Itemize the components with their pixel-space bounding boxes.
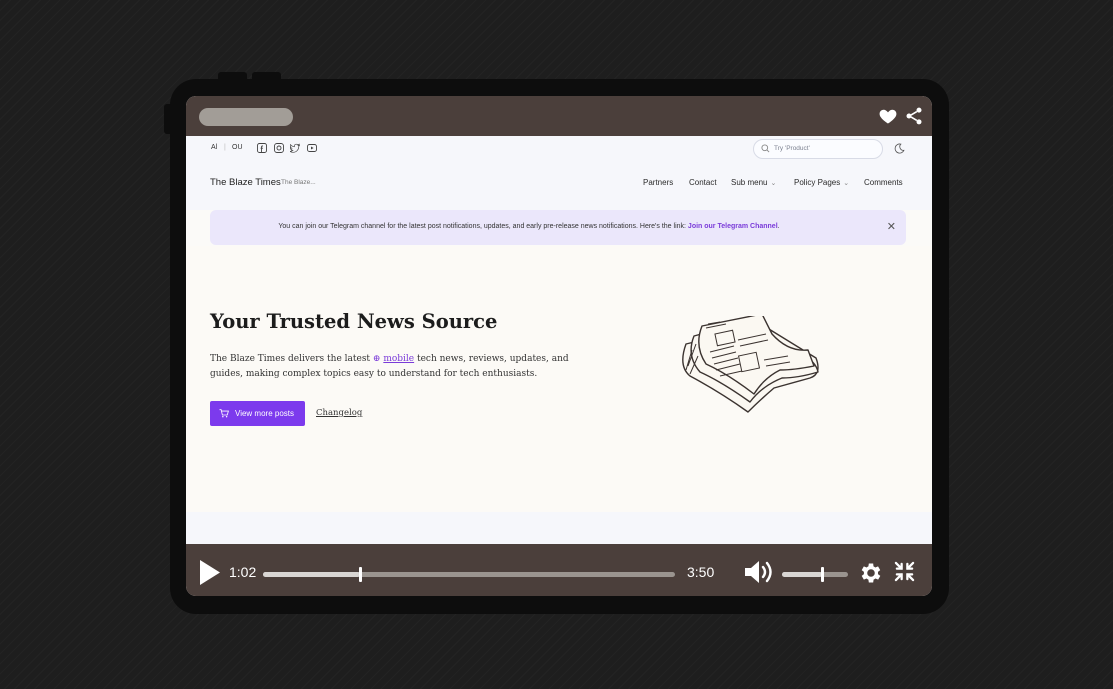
view-more-posts-button[interactable]: View more posts: [210, 401, 305, 426]
heart-icon[interactable]: [878, 106, 898, 126]
banner-text: You can join our Telegram channel for th…: [278, 223, 688, 230]
newspaper-illustration: [682, 316, 819, 413]
nav-item-contact[interactable]: Contact: [689, 178, 717, 187]
twitter-icon[interactable]: [290, 143, 300, 153]
progress-fill: [263, 572, 360, 577]
banner-text-end: .: [777, 223, 780, 230]
total-time: 3:50: [687, 564, 715, 580]
volume-icon[interactable]: [744, 560, 776, 584]
search-input[interactable]: Try 'Product': [753, 139, 883, 159]
nav-item-label: Sub menu: [731, 178, 768, 187]
play-icon[interactable]: [199, 559, 221, 586]
telegram-link[interactable]: Join our Telegram Channel: [688, 223, 778, 230]
chevron-down-icon: ⌄: [843, 180, 850, 187]
nav-item-comments[interactable]: Comments: [864, 178, 903, 187]
volume-slider[interactable]: [782, 567, 848, 582]
title-placeholder-pill: [199, 108, 293, 126]
plus-circle-icon: ⊕: [372, 354, 384, 364]
next-section-strip: [186, 512, 932, 544]
site-brand[interactable]: The Blaze Times: [210, 177, 281, 188]
language-option[interactable]: Al: [211, 144, 217, 151]
hero-title: Your Trusted News Source: [210, 310, 498, 333]
facebook-icon[interactable]: [257, 143, 267, 153]
tablet-screen: Al | OU Try 'Product' The Blaze Times Th…: [186, 96, 932, 596]
video-top-bar: [186, 96, 932, 136]
share-icon[interactable]: [904, 106, 924, 126]
progress-handle[interactable]: [358, 567, 362, 582]
changelog-link[interactable]: Changelog: [316, 408, 362, 418]
exit-fullscreen-icon[interactable]: [894, 561, 915, 582]
progress-bar[interactable]: [263, 567, 675, 582]
nav-item-partners[interactable]: Partners: [643, 178, 673, 187]
hero-description: The Blaze Times delivers the latest ⊕ mo…: [210, 352, 580, 382]
nav-item-label: Policy Pages: [794, 178, 841, 187]
youtube-icon[interactable]: [307, 143, 317, 153]
chevron-down-icon: ⌄: [770, 180, 777, 187]
video-controls: 1:02 3:50: [186, 544, 932, 596]
volume-handle[interactable]: [820, 567, 824, 582]
nav-item-sub-menu[interactable]: Sub menu ⌄: [731, 178, 776, 187]
instagram-icon[interactable]: [274, 143, 284, 153]
close-icon[interactable]: ✕: [887, 220, 896, 233]
cart-icon: [219, 409, 229, 418]
mobile-link[interactable]: mobile: [383, 354, 414, 364]
cta-label: View more posts: [235, 409, 294, 418]
theme-toggle-icon[interactable]: [894, 143, 905, 154]
site-tagline: The Blaze...: [281, 179, 316, 186]
current-time: 1:02: [229, 564, 257, 580]
banner-message: You can join our Telegram channel for th…: [210, 223, 848, 230]
volume-fill: [782, 572, 822, 577]
settings-icon[interactable]: [858, 560, 884, 586]
nav-item-policy-pages[interactable]: Policy Pages ⌄: [794, 178, 849, 187]
hero-section: Your Trusted News Source The Blaze Times…: [186, 246, 932, 512]
divider: |: [224, 144, 226, 151]
search-placeholder: Try 'Product': [774, 145, 810, 152]
search-icon: [761, 144, 770, 153]
utility-bar: Al | OU Try 'Product': [186, 136, 932, 160]
website-page: Al | OU Try 'Product' The Blaze Times Th…: [186, 136, 932, 544]
language-option[interactable]: OU: [232, 144, 243, 151]
telegram-banner: You can join our Telegram channel for th…: [210, 210, 906, 245]
main-nav: The Blaze Times The Blaze... Partners Co…: [186, 160, 932, 210]
hero-desc-text: The Blaze Times delivers the latest: [210, 354, 373, 364]
